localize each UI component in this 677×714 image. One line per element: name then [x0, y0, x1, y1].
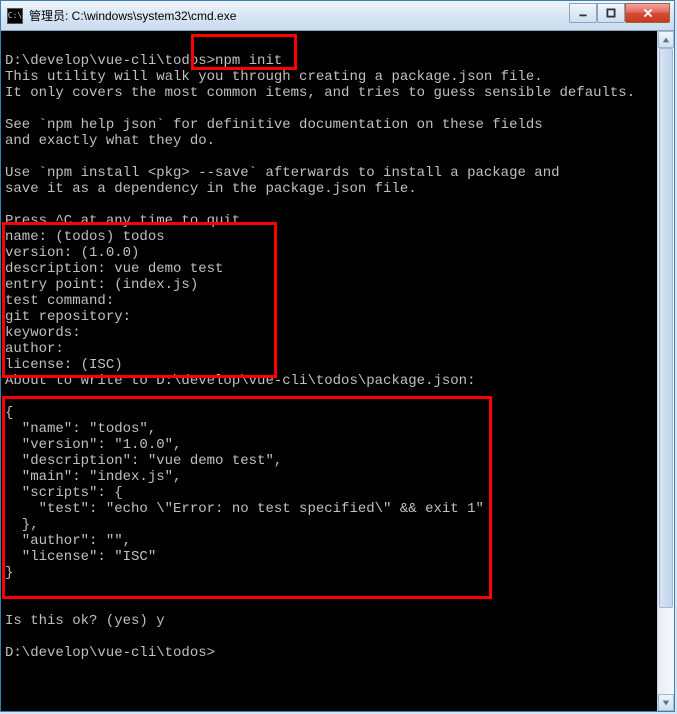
terminal-line: "license": "ISC"	[5, 549, 653, 565]
terminal-line: This utility will walk you through creat…	[5, 69, 653, 85]
cmd-icon: C:\	[7, 8, 23, 24]
terminal-line: See `npm help json` for definitive docum…	[5, 117, 653, 133]
terminal-area: D:\develop\vue-cli\todos>npm initThis ut…	[1, 31, 674, 711]
prompt: D:\develop\vue-cli\todos>	[5, 53, 215, 69]
terminal-line: About to write to D:\develop\vue-cli\tod…	[5, 373, 653, 389]
terminal-line: version: (1.0.0)	[5, 245, 653, 261]
terminal-line: keywords:	[5, 325, 653, 341]
scroll-up-button[interactable]	[658, 31, 674, 48]
terminal-line: and exactly what they do.	[5, 133, 653, 149]
cmd-window: C:\ 管理员: C:\windows\system32\cmd.exe D:\…	[0, 0, 675, 712]
terminal-line: D:\develop\vue-cli\todos>	[5, 645, 653, 661]
terminal-output[interactable]: D:\develop\vue-cli\todos>npm initThis ut…	[1, 31, 657, 711]
terminal-line: D:\develop\vue-cli\todos>npm init	[5, 53, 653, 69]
terminal-line: license: (ISC)	[5, 357, 653, 373]
terminal-line: "main": "index.js",	[5, 469, 653, 485]
terminal-line: "name": "todos",	[5, 421, 653, 437]
terminal-line	[5, 597, 653, 613]
terminal-line: "description": "vue demo test",	[5, 453, 653, 469]
terminal-line: },	[5, 517, 653, 533]
terminal-line	[5, 389, 653, 405]
terminal-line: description: vue demo test	[5, 261, 653, 277]
terminal-line: name: (todos) todos	[5, 229, 653, 245]
terminal-line: "test": "echo \"Error: no test specified…	[5, 501, 653, 517]
terminal-line	[5, 629, 653, 645]
terminal-line: git repository:	[5, 309, 653, 325]
terminal-line: author:	[5, 341, 653, 357]
scroll-down-button[interactable]	[658, 694, 674, 711]
terminal-line: Use `npm install <pkg> --save` afterward…	[5, 165, 653, 181]
terminal-line: "version": "1.0.0",	[5, 437, 653, 453]
terminal-line	[5, 149, 653, 165]
minimize-button[interactable]	[569, 3, 597, 23]
maximize-button[interactable]	[597, 3, 625, 23]
terminal-line: {	[5, 405, 653, 421]
titlebar[interactable]: C:\ 管理员: C:\windows\system32\cmd.exe	[1, 1, 674, 31]
close-button[interactable]	[625, 3, 670, 23]
vertical-scrollbar[interactable]	[657, 31, 674, 711]
command: npm init	[215, 53, 282, 69]
terminal-line: Press ^C at any time to quit.	[5, 213, 653, 229]
terminal-line: Is this ok? (yes) y	[5, 613, 653, 629]
window-title: 管理员: C:\windows\system32\cmd.exe	[29, 7, 569, 24]
terminal-line: "scripts": {	[5, 485, 653, 501]
terminal-line	[5, 581, 653, 597]
terminal-line: entry point: (index.js)	[5, 277, 653, 293]
scroll-thumb[interactable]	[659, 48, 673, 608]
terminal-line: It only covers the most common items, an…	[5, 85, 653, 101]
window-controls	[569, 3, 670, 23]
terminal-line	[5, 197, 653, 213]
terminal-line: "author": "",	[5, 533, 653, 549]
terminal-line	[5, 37, 653, 53]
terminal-line: save it as a dependency in the package.j…	[5, 181, 653, 197]
terminal-line: }	[5, 565, 653, 581]
terminal-line	[5, 101, 653, 117]
terminal-line: test command:	[5, 293, 653, 309]
